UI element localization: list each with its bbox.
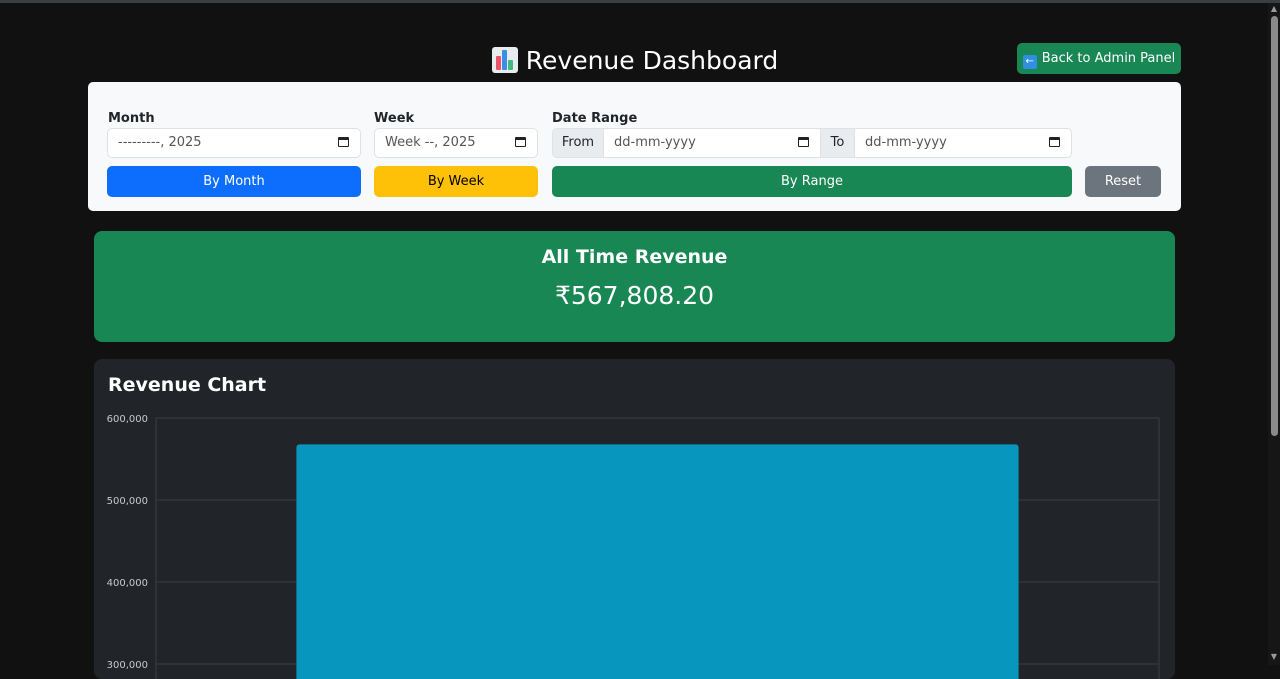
to-date-value: dd-mm-yyyy <box>865 135 947 150</box>
y-tick-label: 400,000 <box>107 578 148 589</box>
back-to-admin-button[interactable]: ← Back to Admin Panel <box>1017 43 1181 74</box>
month-input-value: ---------, 2025 <box>118 135 202 150</box>
y-tick-label: 600,000 <box>107 414 148 425</box>
week-label: Week <box>374 111 415 126</box>
calendar-icon[interactable] <box>338 137 349 147</box>
y-tick-label: 500,000 <box>107 496 148 507</box>
date-range-label: Date Range <box>552 111 638 126</box>
calendar-icon[interactable] <box>515 137 526 147</box>
arrow-left-icon: ← <box>1022 55 1037 69</box>
all-time-revenue-value: ₹567,808.20 <box>554 281 715 310</box>
scrollbar-thumb[interactable] <box>1271 16 1278 436</box>
filter-card: Month ---------, 2025 Week Week --, 2025… <box>88 82 1181 211</box>
month-label: Month <box>108 111 155 126</box>
revenue-chart: 300,000 400,000 500,000 600,000 <box>107 414 1160 679</box>
reset-button[interactable]: Reset <box>1085 166 1161 197</box>
chart-title: Revenue Chart <box>108 374 267 396</box>
from-date-input[interactable]: dd-mm-yyyy <box>603 128 821 158</box>
window-top-border <box>0 0 1280 3</box>
by-range-button[interactable]: By Range <box>552 166 1072 197</box>
to-addon: To <box>820 128 855 158</box>
calendar-icon[interactable] <box>1049 137 1060 147</box>
by-month-button[interactable]: By Month <box>107 166 361 197</box>
by-week-button[interactable]: By Week <box>374 166 538 197</box>
to-date-input[interactable]: dd-mm-yyyy <box>854 128 1072 158</box>
month-input[interactable]: ---------, 2025 <box>107 128 361 158</box>
from-date-value: dd-mm-yyyy <box>614 135 696 150</box>
page-title-text: Revenue Dashboard <box>525 46 779 75</box>
y-tick-label: 300,000 <box>107 660 148 671</box>
back-to-admin-label: Back to Admin Panel <box>1041 51 1176 66</box>
revenue-bar <box>296 444 1019 679</box>
all-time-revenue-card: All Time Revenue ₹567,808.20 <box>94 231 1175 342</box>
week-input[interactable]: Week --, 2025 <box>374 128 538 158</box>
revenue-chart-card: Revenue Chart 300,000 400,000 500,000 600,0… <box>94 359 1175 679</box>
scroll-up-icon[interactable]: ▲ <box>1269 4 1279 14</box>
scroll-down-icon[interactable]: ▼ <box>1269 652 1279 662</box>
from-addon: From <box>552 128 604 158</box>
calendar-icon[interactable] <box>798 137 809 147</box>
page-header: Revenue Dashboard ← Back to Admin Panel <box>0 42 1268 80</box>
week-input-value: Week --, 2025 <box>385 135 476 150</box>
all-time-revenue-title: All Time Revenue <box>541 246 728 268</box>
bar-chart-icon <box>491 47 518 73</box>
